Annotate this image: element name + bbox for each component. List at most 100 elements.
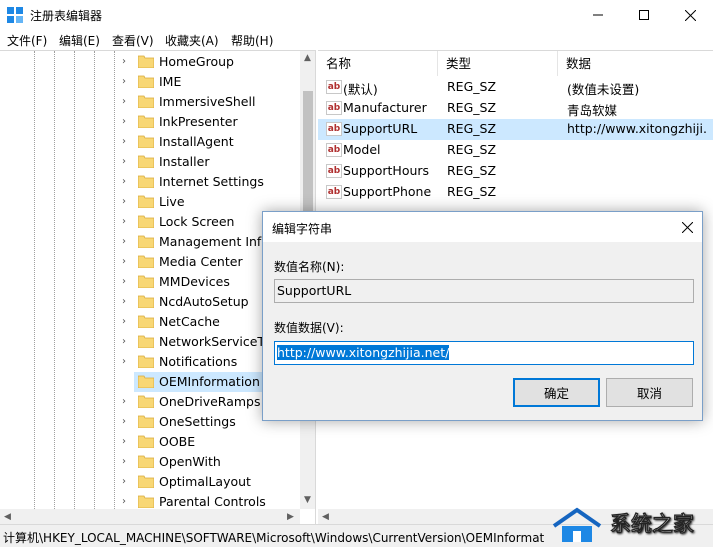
tree-item-label: NetworkServiceTr: [159, 334, 269, 349]
expand-chevron-icon[interactable]: ›: [122, 56, 132, 68]
expand-chevron-icon[interactable]: ›: [122, 136, 132, 148]
value-data-cell: (数值未设置): [567, 82, 640, 97]
folder-icon: [138, 215, 154, 228]
tree-item[interactable]: › IME: [0, 72, 300, 92]
folder-icon: [138, 295, 154, 308]
expand-chevron-icon[interactable]: ›: [122, 256, 132, 268]
window-title: 注册表编辑器: [30, 9, 103, 23]
expand-chevron-icon[interactable]: ›: [122, 336, 132, 348]
tree-item[interactable]: › OOBE: [0, 432, 300, 452]
scroll-left-icon[interactable]: ◀: [4, 512, 11, 522]
tree-item[interactable]: › NetCache: [0, 312, 300, 332]
expand-chevron-icon[interactable]: ›: [122, 196, 132, 208]
minimize-button[interactable]: [575, 0, 621, 30]
scroll-up-icon[interactable]: ▲: [304, 53, 311, 63]
value-name-cell: Manufacturer: [343, 100, 427, 115]
value-type-cell: REG_SZ: [447, 142, 497, 157]
value-row[interactable]: ab Model REG_SZ: [318, 140, 713, 161]
menu-view[interactable]: 查看(V): [112, 32, 154, 49]
value-row[interactable]: ab SupportHours REG_SZ: [318, 161, 713, 182]
string-value-icon: ab: [326, 164, 342, 178]
tree-item[interactable]: › Management Infr: [0, 232, 300, 252]
tree-item[interactable]: › MMDevices: [0, 272, 300, 292]
column-header-name[interactable]: 名称: [318, 51, 438, 76]
folder-icon: [138, 95, 154, 108]
tree-item-label: InstallAgent: [159, 134, 234, 149]
tree-item[interactable]: › OneDriveRamps: [0, 392, 300, 412]
close-icon: [684, 9, 696, 21]
tree-item-label: InkPresenter: [159, 114, 238, 129]
menu-edit[interactable]: 编辑(E): [59, 32, 100, 49]
tree-item[interactable]: › ImmersiveShell: [0, 92, 300, 112]
tree-item-label: Notifications: [159, 354, 238, 369]
menu-favorites[interactable]: 收藏夹(A): [165, 32, 219, 49]
expand-chevron-icon[interactable]: ›: [122, 76, 132, 88]
value-data-label: 数值数据(V):: [274, 321, 344, 335]
expand-chevron-icon[interactable]: ›: [122, 356, 132, 368]
tree-item[interactable]: › HomeGroup: [0, 52, 300, 72]
tree-item[interactable]: › Live: [0, 192, 300, 212]
expand-chevron-icon[interactable]: ›: [122, 156, 132, 168]
value-type-cell: REG_SZ: [447, 100, 497, 115]
expand-chevron-icon[interactable]: ›: [122, 116, 132, 128]
tree-item[interactable]: › OpenWith: [0, 452, 300, 472]
tree-item[interactable]: › NetworkServiceTr: [0, 332, 300, 352]
value-name-cell: SupportURL: [343, 121, 418, 136]
tree-item[interactable]: › Internet Settings: [0, 172, 300, 192]
expand-chevron-icon[interactable]: ›: [122, 496, 132, 508]
value-row[interactable]: ab (默认) REG_SZ (数值未设置): [318, 77, 713, 98]
expand-chevron-icon[interactable]: ›: [122, 436, 132, 448]
expand-chevron-icon[interactable]: ›: [122, 456, 132, 468]
expand-chevron-icon[interactable]: ›: [122, 216, 132, 228]
folder-icon: [138, 175, 154, 188]
value-type-cell: REG_SZ: [447, 79, 497, 94]
minimize-icon: [593, 14, 603, 16]
expand-chevron-icon[interactable]: ›: [122, 296, 132, 308]
menu-help[interactable]: 帮助(H): [231, 32, 273, 49]
value-data-field[interactable]: http://www.xitongzhijia.net/: [274, 341, 694, 365]
column-header-type[interactable]: 类型: [438, 51, 558, 76]
value-row[interactable]: ab SupportPhone REG_SZ: [318, 182, 713, 203]
tree-item-label: HomeGroup: [159, 54, 234, 69]
value-row[interactable]: ab SupportURL REG_SZ http://www.xitongzhiji…: [318, 119, 713, 140]
tree-item-label: OEMInformation: [156, 373, 263, 391]
expand-chevron-icon[interactable]: ›: [122, 176, 132, 188]
expand-chevron-icon[interactable]: ›: [122, 476, 132, 488]
tree-item[interactable]: › Notifications: [0, 352, 300, 372]
cancel-button[interactable]: 取消: [606, 378, 693, 407]
tree-item[interactable]: › Lock Screen: [0, 212, 300, 232]
tree-item[interactable]: › Media Center: [0, 252, 300, 272]
value-row[interactable]: ab Manufacturer REG_SZ 青岛软媒: [318, 98, 713, 119]
dialog-close-button[interactable]: [672, 212, 702, 242]
scroll-left-icon[interactable]: ◀: [322, 512, 329, 522]
column-header-data[interactable]: 数据: [558, 51, 713, 76]
expand-chevron-icon[interactable]: ›: [122, 316, 132, 328]
tree-item-label: NetCache: [159, 314, 220, 329]
expand-chevron-icon[interactable]: ›: [122, 236, 132, 248]
tree-item[interactable]: › OneSettings: [0, 412, 300, 432]
ok-button[interactable]: 确定: [513, 378, 600, 407]
expand-chevron-icon[interactable]: ›: [122, 396, 132, 408]
tree-item[interactable]: › InkPresenter: [0, 112, 300, 132]
regedit-app-icon: [7, 7, 23, 23]
folder-icon: [138, 55, 154, 68]
tree-item[interactable]: › Installer: [0, 152, 300, 172]
expand-chevron-icon[interactable]: ›: [122, 276, 132, 288]
expand-chevron-icon[interactable]: ›: [122, 96, 132, 108]
maximize-button[interactable]: [621, 0, 667, 30]
scroll-down-icon[interactable]: ▼: [304, 495, 311, 505]
tree-item[interactable]: › NcdAutoSetup: [0, 292, 300, 312]
value-name-field[interactable]: SupportURL: [274, 279, 694, 303]
menu-file[interactable]: 文件(F): [7, 32, 47, 49]
expand-chevron-icon[interactable]: ›: [122, 416, 132, 428]
tree-horizontal-scrollbar[interactable]: ◀ ▶: [0, 509, 300, 524]
folder-icon: [138, 255, 154, 268]
close-button[interactable]: [667, 0, 713, 30]
scroll-right-icon[interactable]: ▶: [287, 512, 294, 522]
value-name-cell: Model: [343, 142, 381, 157]
string-value-icon: ab: [326, 185, 342, 199]
tree-item[interactable]: › OptimalLayout: [0, 472, 300, 492]
tree-item[interactable]: OEMInformation: [0, 372, 300, 392]
tree-item[interactable]: › InstallAgent: [0, 132, 300, 152]
value-data-selected-text: http://www.xitongzhijia.net/: [277, 345, 450, 360]
